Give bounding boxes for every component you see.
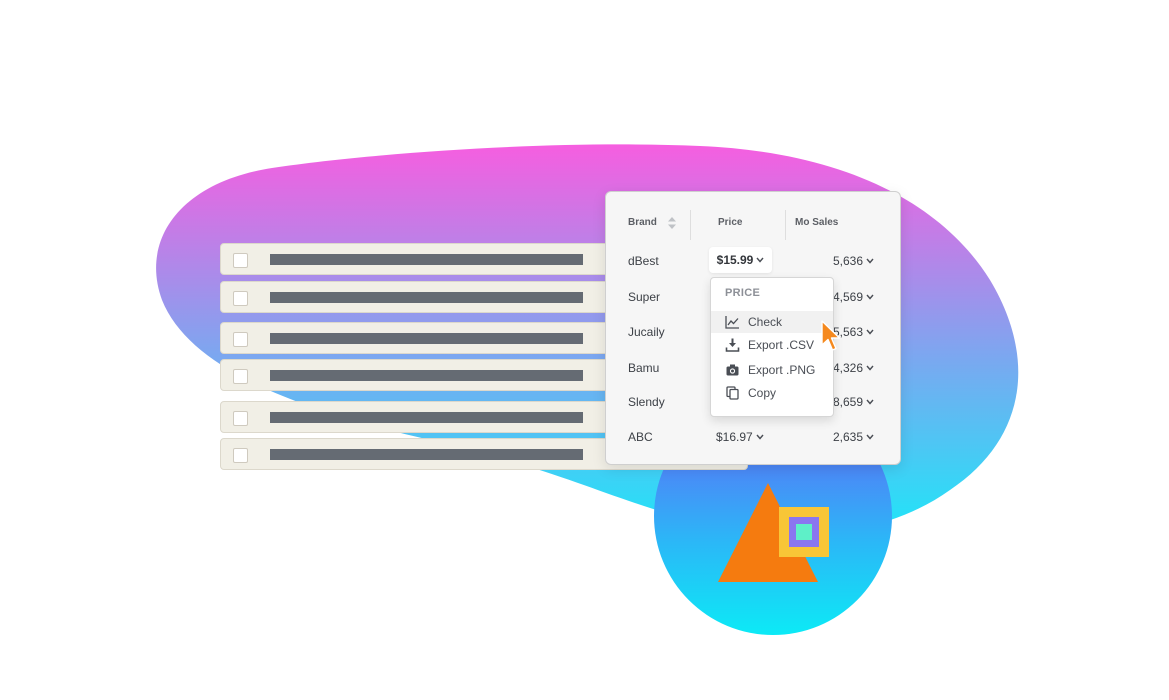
row-checkbox[interactable]	[233, 369, 248, 384]
line-chart-icon	[725, 316, 739, 329]
menu-item-export-csv[interactable]: Export .CSV	[711, 334, 833, 356]
sort-icon[interactable]	[667, 216, 677, 230]
header-brand[interactable]: Brand	[628, 217, 657, 228]
brand-cell: Slendy	[628, 395, 665, 409]
sales-value: 4,569	[832, 290, 863, 304]
sales-cell[interactable]: 5,636	[833, 254, 874, 268]
menu-item-label: Export .PNG	[748, 363, 816, 377]
column-divider	[690, 210, 691, 240]
price-cell[interactable]: $16.97	[716, 430, 764, 444]
chevron-down-icon	[756, 257, 764, 263]
sales-cell[interactable]: 2,635	[833, 430, 874, 444]
sales-cell[interactable]: 4,326	[833, 361, 874, 375]
teal-square	[796, 524, 812, 540]
copy-icon	[726, 386, 739, 400]
menu-item-check[interactable]: Check	[711, 311, 833, 333]
brand-cell: Super	[628, 290, 661, 304]
brand-cell: dBest	[628, 254, 659, 268]
placeholder-bar	[270, 292, 583, 303]
sales-value: 8,659	[832, 395, 863, 409]
menu-item-label: Check	[748, 315, 783, 329]
menu-item-copy[interactable]: Copy	[711, 382, 833, 404]
sales-cell[interactable]: 4,569	[833, 290, 874, 304]
brand-cell: Jucaily	[628, 325, 665, 339]
row-checkbox[interactable]	[233, 332, 248, 347]
menu-header: PRICE	[725, 287, 761, 299]
menu-item-label: Copy	[748, 386, 777, 400]
row-checkbox[interactable]	[233, 448, 248, 463]
chevron-down-icon	[866, 258, 874, 264]
download-icon	[725, 338, 740, 352]
mouse-pointer-icon	[821, 320, 841, 351]
header-price[interactable]: Price	[718, 217, 742, 228]
header-mo-sales[interactable]: Mo Sales	[795, 217, 838, 228]
menu-item-export-png[interactable]: Export .PNG	[711, 359, 833, 381]
sales-cell[interactable]: 8,659	[833, 395, 874, 409]
placeholder-bar	[270, 333, 583, 344]
placeholder-bar	[270, 254, 583, 265]
sales-value: 4,326	[832, 361, 863, 375]
menu-item-label: Export .CSV	[748, 338, 815, 352]
chevron-down-icon	[756, 434, 764, 440]
price-dropdown-button[interactable]: $15.99	[709, 247, 772, 273]
row-checkbox[interactable]	[233, 411, 248, 426]
row-checkbox[interactable]	[233, 253, 248, 268]
brand-cell: Bamu	[628, 361, 660, 375]
placeholder-bar	[270, 412, 583, 423]
chevron-down-icon	[866, 329, 874, 335]
price-value: $15.99	[716, 253, 754, 267]
brand-cell: ABC	[628, 430, 653, 444]
chevron-down-icon	[866, 434, 874, 440]
chevron-down-icon	[866, 399, 874, 405]
column-divider	[785, 210, 786, 240]
camera-icon	[726, 364, 739, 376]
price-value: $16.97	[716, 430, 753, 444]
chevron-down-icon	[866, 294, 874, 300]
placeholder-bar	[270, 449, 583, 460]
placeholder-bar	[270, 370, 583, 381]
chevron-down-icon	[866, 365, 874, 371]
price-dropdown-menu: PRICE Check Export .CSV Export .PNG Copy	[710, 277, 834, 417]
sales-value: 2,635	[832, 430, 863, 444]
row-checkbox[interactable]	[233, 291, 248, 306]
sales-value: 5,636	[832, 254, 863, 268]
